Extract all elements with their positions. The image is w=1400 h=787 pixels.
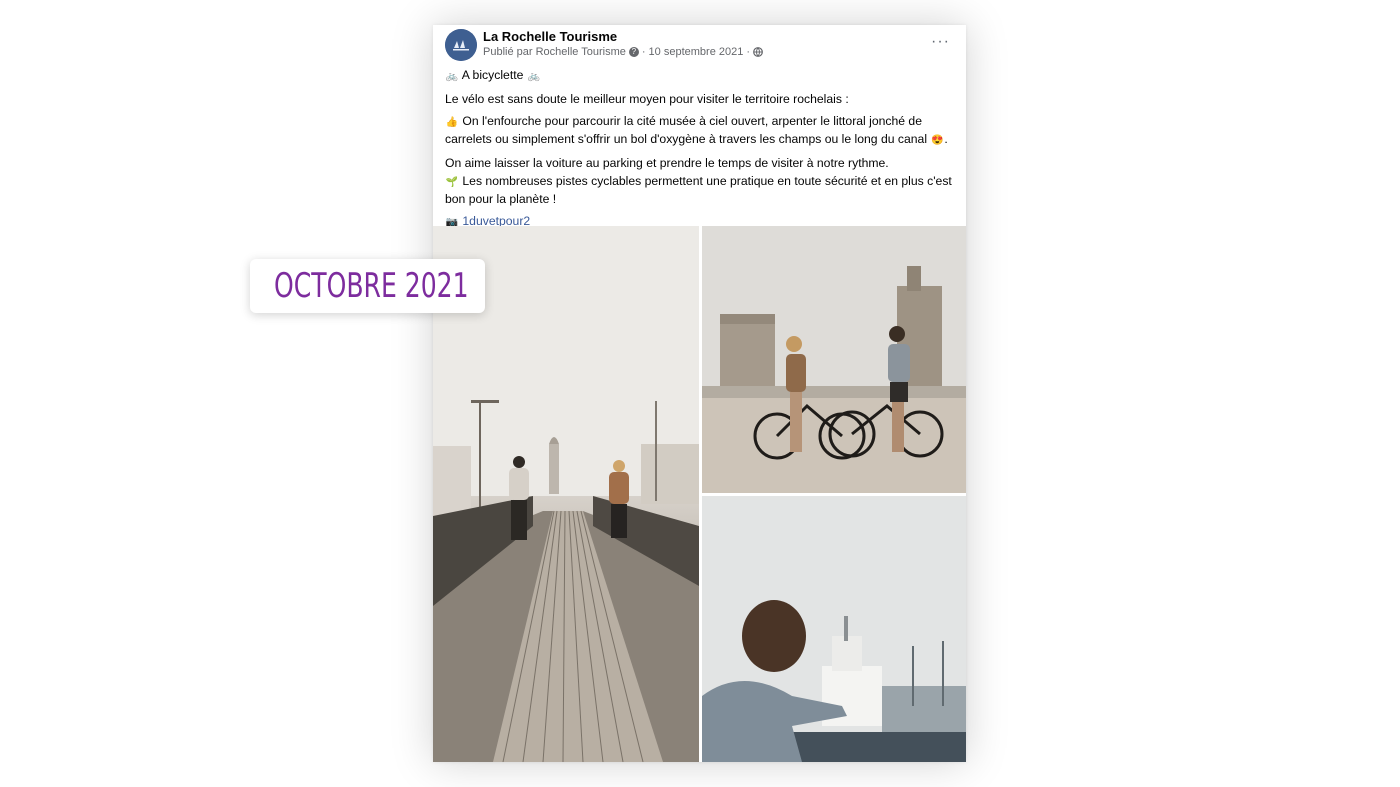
photo-couple-towers[interactable] [702,226,966,493]
photo-man-boat[interactable] [702,496,966,762]
sprout-icon: 🌱 [445,177,459,188]
paragraph-3: On aime laisser la voiture au parking et… [445,156,889,170]
facebook-post: La Rochelle Tourisme Publié par Rochelle… [433,25,966,762]
towers-illustration [702,226,966,493]
paragraph-1: Le vélo est sans doute le meilleur moyen… [445,92,849,106]
post-text: 🚲 A bicyclette 🚲 Le vélo est sans doute … [445,67,957,237]
post-title-line: 🚲 A bicyclette 🚲 [445,67,957,85]
published-by[interactable]: Publié par Rochelle Tourisme [483,46,626,58]
page-name[interactable]: La Rochelle Tourisme [483,29,617,44]
bike-icon: 🚲 [445,71,459,82]
post-header: La Rochelle Tourisme Publié par Rochelle… [433,25,966,69]
logo-icon [445,29,477,61]
harbor-illustration [702,496,966,762]
post-date[interactable]: 10 septembre 2021 [649,46,744,58]
page-avatar[interactable] [445,29,477,61]
photo-grid [433,226,966,762]
question-icon: ? [628,47,639,57]
post-meta: Publié par Rochelle Tourisme ? · 10 sept… [483,46,763,58]
title-text: A bicyclette [461,68,524,82]
meta-separator: · [641,46,646,58]
date-location-tag: OCTOBRE 2021 [250,259,485,313]
paragraph-2-text: On l'enfourche pour parcourir la cité mu… [445,114,928,146]
globe-icon [753,47,763,57]
paragraph-2: 👍 On l'enfourche pour parcourir la cité … [445,113,957,149]
paragraph-2-end: . [944,132,948,146]
paragraph-4-text: Les nombreuses pistes cyclables permette… [445,174,952,206]
tag-text: OCTOBRE 2021 [274,266,469,306]
heart-eyes-icon: 😍 [931,135,944,146]
thumbs-up-icon: 👍 [445,117,459,128]
more-options-button[interactable]: ··· [931,33,950,51]
paragraph-4: 🌱 Les nombreuses pistes cyclables permet… [445,173,957,207]
bike-icon: 🚲 [527,71,540,82]
meta-separator: · [746,46,751,58]
